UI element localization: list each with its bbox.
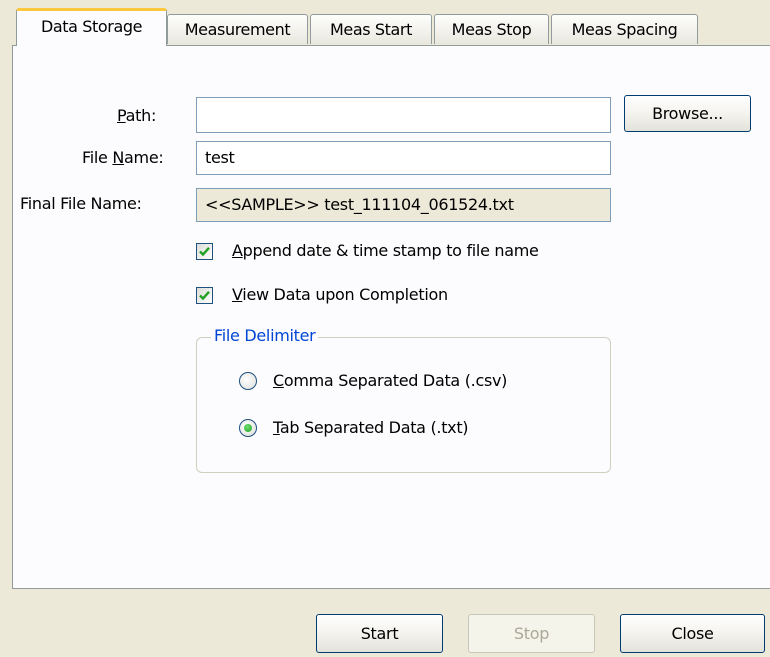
filename-input[interactable]: test [196,141,611,175]
tab-delimiter-radio[interactable] [239,419,257,437]
path-label-rest: ath: [125,106,157,125]
append-timestamp-checkbox[interactable] [196,243,213,260]
filename-label: File Name: [82,148,164,167]
dialog: Data Storage Measurement Meas Start Meas… [0,0,770,657]
view-rest: iew Data upon Completion [242,285,448,304]
final-filename-label: Final File Name: [20,194,142,213]
append-timestamp-label[interactable]: Append date & time stamp to file name [232,241,539,260]
filename-label-hotkey: N [112,148,125,167]
tab-hotkey: T [273,418,280,437]
stop-button[interactable]: Stop [468,614,595,653]
comma-hotkey: C [273,371,284,390]
filename-label-rest: ame: [124,148,164,167]
view-data-checkbox[interactable] [196,287,213,304]
check-mark-icon [199,290,210,301]
comma-rest: omma Separated Data (.csv) [283,371,508,390]
panel-content: Path: Browse... File Name: test Final Fi… [0,0,770,657]
view-hotkey: V [232,285,243,304]
start-button[interactable]: Start [316,614,443,653]
path-label: Path: [117,106,156,125]
view-data-label[interactable]: View Data upon Completion [232,285,448,304]
path-label-hotkey: P [117,106,126,125]
append-rest: ppend date & time stamp to file name [242,241,539,260]
comma-delimiter-radio[interactable] [239,372,257,390]
tab-rest: ab Separated Data (.txt) [279,418,469,437]
append-hotkey: A [232,241,243,260]
file-delimiter-group [196,337,611,473]
check-mark-icon [199,246,210,257]
browse-button[interactable]: Browse... [624,95,751,132]
comma-delimiter-label[interactable]: Comma Separated Data (.csv) [273,371,507,390]
file-delimiter-title: File Delimiter [211,326,319,345]
path-input[interactable] [196,97,611,133]
close-button[interactable]: Close [620,614,765,653]
final-filename-field: <<SAMPLE>> test_111104_061524.txt [196,188,611,222]
filename-label-prefix: File [82,148,113,167]
radio-selected-dot [244,424,252,432]
tab-delimiter-label[interactable]: Tab Separated Data (.txt) [273,418,469,437]
